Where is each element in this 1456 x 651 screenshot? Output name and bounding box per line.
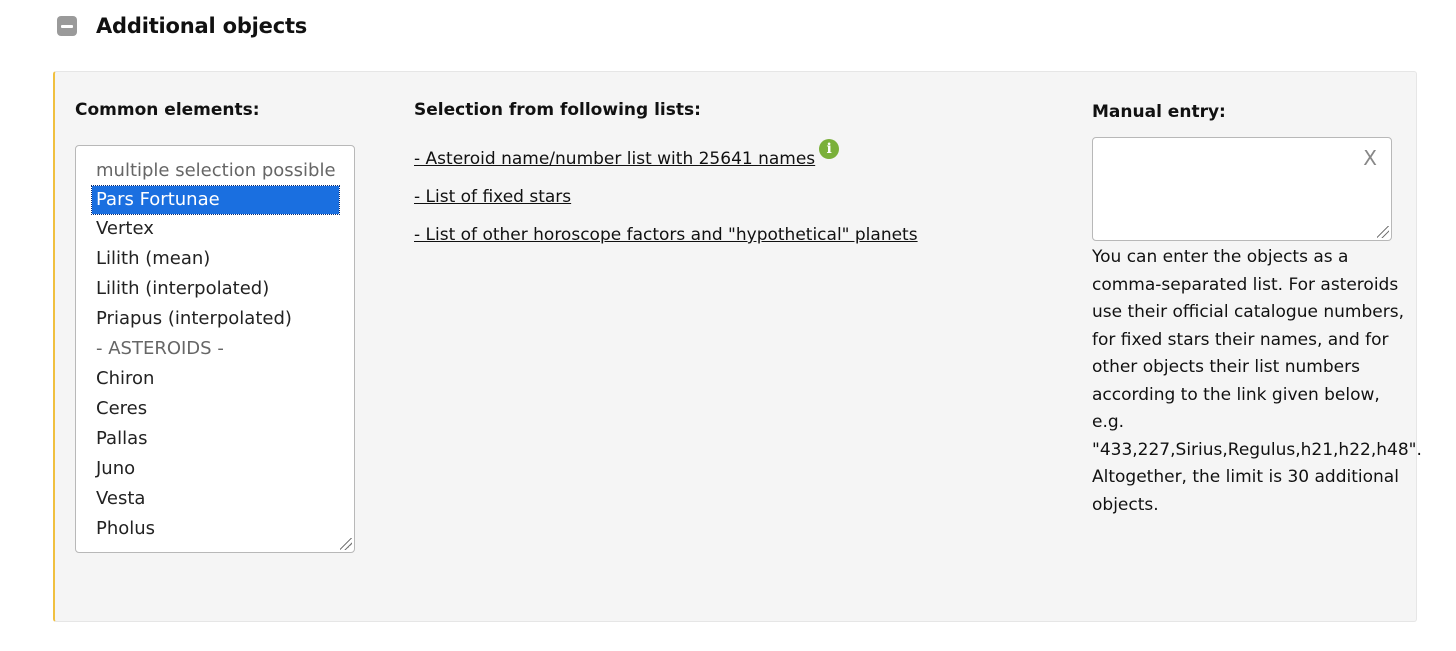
section-title: Additional objects — [96, 14, 308, 38]
asteroid-list-link-text[interactable]: - Asteroid name/number list with 25641 n… — [414, 149, 815, 169]
option-vesta[interactable]: Vesta — [76, 484, 354, 514]
asteroid-list-link[interactable]: - Asteroid name/number list with 25641 n… — [414, 139, 918, 183]
option-pars-fortunae[interactable]: Pars Fortunae — [91, 185, 340, 215]
fixed-stars-link[interactable]: - List of fixed stars — [414, 183, 918, 221]
textarea-resize-grip-icon[interactable] — [1377, 226, 1389, 238]
other-factors-link[interactable]: - List of other horoscope factors and "h… — [414, 221, 918, 259]
option-lilith-mean[interactable]: Lilith (mean) — [76, 244, 354, 274]
info-icon[interactable]: i — [819, 139, 840, 159]
common-elements-title: Common elements: — [75, 100, 260, 120]
option-chiron[interactable]: Chiron — [76, 364, 354, 394]
option-group-asteroids: - ASTEROIDS - — [96, 338, 224, 359]
collapse-icon[interactable] — [57, 16, 77, 36]
option-priapus-interpolated[interactable]: Priapus (interpolated) — [76, 304, 354, 334]
option-ceres[interactable]: Ceres — [76, 394, 354, 424]
additional-objects-panel: Common elements: multiple selection poss… — [53, 71, 1422, 622]
option-juno[interactable]: Juno — [76, 454, 354, 484]
option-vertex[interactable]: Vertex — [76, 214, 354, 244]
section-header: Additional objects — [57, 12, 307, 40]
lists-title: Selection from following lists: — [414, 100, 701, 120]
option-pholus[interactable]: Pholus — [76, 514, 354, 544]
lists-links: - Asteroid name/number list with 25641 n… — [414, 139, 918, 259]
common-elements-listbox[interactable]: multiple selection possible Pars Fortuna… — [75, 145, 355, 553]
listbox-placeholder: multiple selection possible — [96, 160, 336, 181]
option-pallas[interactable]: Pallas — [76, 424, 354, 454]
manual-entry-help: You can enter the objects as a comma-sep… — [1092, 247, 1422, 515]
option-lilith-interpolated[interactable]: Lilith (interpolated) — [76, 274, 354, 304]
clear-icon[interactable]: X — [1363, 146, 1377, 170]
manual-entry-textarea[interactable]: X — [1092, 137, 1392, 241]
manual-entry-title: Manual entry: — [1092, 102, 1226, 122]
resize-grip-icon[interactable] — [340, 538, 352, 550]
